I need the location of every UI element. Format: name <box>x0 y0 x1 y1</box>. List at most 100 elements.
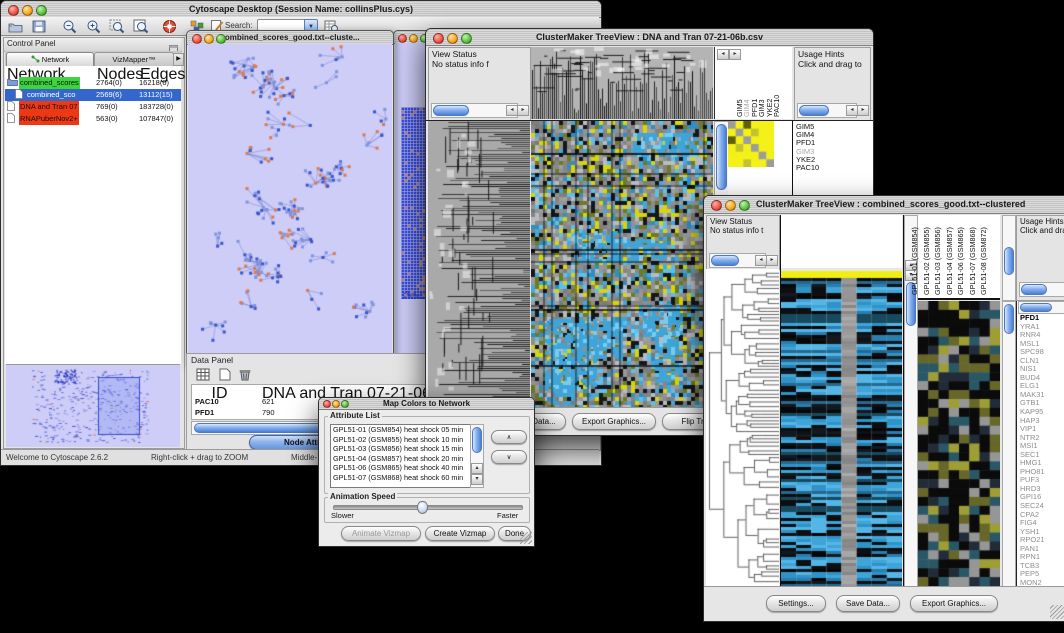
tv2-gene-labels: PFD1YRA1RNR4MSL1SPC98CLN1NIS1BUD4ELG1MAK… <box>1020 314 1064 588</box>
zoom-out-button[interactable] <box>59 18 79 34</box>
zoom-in-button[interactable] <box>83 18 103 34</box>
network-canvas[interactable] <box>188 44 392 363</box>
scroll-right-icon[interactable]: ▸ <box>517 105 529 116</box>
scroll-down-icon[interactable]: ▾ <box>471 474 483 485</box>
tv1-zoom-heatmap[interactable] <box>728 121 774 167</box>
column-label[interactable]: PAC10 <box>773 61 782 117</box>
network-table-row[interactable]: DNA and Tran 07769(0)183728(0) <box>5 101 181 113</box>
attribute-listbox[interactable]: GPL51-01 (GSM854) heat shock 05 minGPL51… <box>330 424 484 488</box>
tv2-labels-vscrollbar[interactable] <box>1002 215 1016 301</box>
tv2-hints-hscrollbar[interactable] <box>1019 282 1064 297</box>
tv2-row-dendrogram[interactable] <box>706 269 779 586</box>
scroll-right-icon[interactable]: ▸ <box>857 105 869 116</box>
column-label[interactable]: GPL51-08 (GSM872) <box>980 217 989 295</box>
tv2-heatmap[interactable] <box>781 269 902 586</box>
tab-vizmapper[interactable]: VizMapper™ <box>94 52 174 67</box>
tv2-zoom-heatmap[interactable] <box>918 301 1000 586</box>
scroll-right-icon[interactable]: ▸ <box>729 49 741 60</box>
minimize-button[interactable] <box>409 34 418 43</box>
attribute-list-item[interactable]: GPL51-06 (GSM865) heat shock 40 min <box>331 463 483 473</box>
close-button[interactable] <box>192 34 202 44</box>
network-nodes: 769(0) <box>96 101 118 113</box>
network-edges: 16218(0) <box>139 77 169 89</box>
attribute-list-label: Attribute List <box>328 412 382 420</box>
column-label[interactable]: GPL51-03 (GSM856) <box>934 217 943 295</box>
attribute-select-button[interactable] <box>193 366 213 382</box>
resize-grip[interactable] <box>520 532 532 544</box>
col-header-edges[interactable]: Edges <box>138 66 181 76</box>
animate-vizmap-button[interactable]: Animate Vizmap <box>341 526 421 541</box>
minimize-button[interactable] <box>447 33 458 44</box>
attribute-list-item[interactable]: GPL51-04 (GSM857) heat shock 20 min <box>331 454 483 464</box>
scroll-up-icon[interactable]: ▴ <box>471 463 483 474</box>
column-label[interactable]: GPL51-06 (GSM865) <box>957 217 966 295</box>
gene-label[interactable]: PAC10 <box>796 164 866 172</box>
data-row-value[interactable]: 621 <box>262 396 275 407</box>
network-table-row[interactable]: combined_sco2569(6)13112(15) <box>5 89 181 101</box>
zoom-button[interactable] <box>36 5 47 16</box>
close-button[interactable] <box>8 5 19 16</box>
network-table-row[interactable]: combined_scores2764(0)16218(0) <box>5 77 181 89</box>
network-table-row[interactable]: RNAPuberNov2+563(0)107847(0) <box>5 113 181 125</box>
move-up-button[interactable]: ∧ <box>491 430 527 444</box>
export-graphics-button[interactable]: Export Graphics... <box>572 413 656 430</box>
attribute-list-item[interactable]: GPL51-03 (GSM856) heat shock 15 min <box>331 444 483 454</box>
save-data-button[interactable]: Save Data... <box>836 595 900 612</box>
minimize-button[interactable] <box>332 400 340 408</box>
column-label[interactable]: GPL51-01 (GSM854) <box>911 217 920 295</box>
minimize-button[interactable] <box>725 200 736 211</box>
save-button[interactable] <box>29 18 49 34</box>
tv1-gene-labels: GIM5GIM4PFD1GIM3YKE2PAC10 <box>796 123 866 172</box>
tv2-column-dendrogram-area[interactable] <box>781 215 902 268</box>
minimize-button[interactable] <box>204 34 214 44</box>
new-attribute-button[interactable] <box>215 366 235 382</box>
speed-slider-thumb[interactable] <box>417 501 428 514</box>
attribute-list-vscrollbar[interactable]: ▴ ▾ <box>470 424 484 488</box>
tv2-zoom-vscrollbar[interactable] <box>1002 301 1016 588</box>
close-button[interactable] <box>398 34 407 43</box>
tab-network[interactable]: Network <box>6 52 94 67</box>
export-graphics-button[interactable]: Export Graphics... <box>910 595 998 612</box>
main-titlebar[interactable]: Cytoscape Desktop (Session Name: collins… <box>1 1 601 18</box>
column-label[interactable]: GPL51-04 (GSM857) <box>946 217 955 295</box>
column-label[interactable]: GPL51-02 (GSM855) <box>923 217 932 295</box>
zoom-button[interactable] <box>341 400 349 408</box>
zoom-button[interactable] <box>216 34 226 44</box>
column-label[interactable]: GPL51-07 (GSM868) <box>969 217 978 295</box>
tv1-heatmap[interactable] <box>531 121 713 407</box>
data-col-id[interactable]: ID <box>192 385 247 394</box>
zoom-button[interactable] <box>739 200 750 211</box>
scroll-right-icon[interactable]: ▸ <box>766 255 778 266</box>
create-vizmap-button[interactable]: Create Vizmap <box>425 526 495 541</box>
help-button[interactable] <box>159 18 179 34</box>
attribute-list-item[interactable]: GPL51-02 (GSM855) heat shock 10 min <box>331 435 483 445</box>
attribute-list-item[interactable]: GPL51-01 (GSM854) heat shock 05 min <box>331 425 483 435</box>
attribute-list-item[interactable]: GPL51-07 (GSM868) heat shock 60 min <box>331 473 483 483</box>
tv1-view-status-panel: View Status No status info f ◂ ▸ <box>428 47 531 121</box>
minimize-button[interactable] <box>22 5 33 16</box>
close-button[interactable] <box>433 33 444 44</box>
zoom-selected-button[interactable] <box>107 18 127 34</box>
tv1-column-dendrogram[interactable] <box>531 47 713 119</box>
zoom-button[interactable] <box>461 33 472 44</box>
zoom-fit-button[interactable] <box>131 18 151 34</box>
move-down-button[interactable]: ∨ <box>491 450 527 464</box>
resize-grip[interactable] <box>1050 605 1064 619</box>
speed-slider-track[interactable] <box>333 505 523 510</box>
close-button[interactable] <box>323 400 331 408</box>
data-row-value[interactable]: 790 <box>262 407 275 418</box>
close-button[interactable] <box>711 200 722 211</box>
tab-overflow-button[interactable]: ▶ <box>173 53 184 66</box>
data-row-id[interactable]: PAC10 <box>195 396 219 407</box>
network-overview-thumbnail[interactable] <box>6 364 180 447</box>
tv1-row-dendrogram[interactable] <box>428 121 530 407</box>
col-header-network[interactable]: Network <box>5 66 95 76</box>
tv1-status-hscrollbar[interactable] <box>431 103 518 118</box>
col-header-nodes[interactable]: Nodes <box>95 66 139 76</box>
delete-attribute-button[interactable] <box>235 366 255 382</box>
network-name: combined_sco <box>27 89 75 101</box>
data-row-id[interactable]: PFD1 <box>195 407 214 418</box>
open-file-button[interactable] <box>5 18 25 34</box>
scroll-left-icon[interactable]: ◂ <box>717 49 729 60</box>
settings-button[interactable]: Settings... <box>766 595 826 612</box>
